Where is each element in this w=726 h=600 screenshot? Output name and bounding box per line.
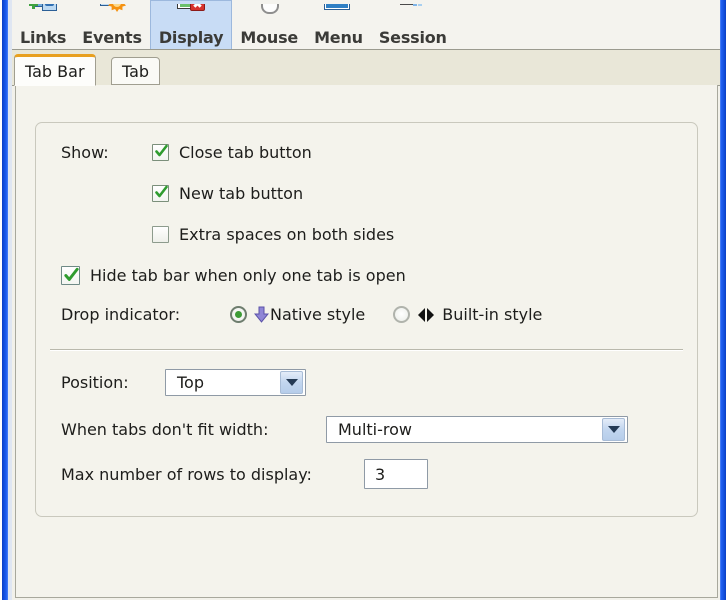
chevron-down-icon[interactable] (280, 371, 303, 394)
show-row: Show: Close tab button (61, 143, 312, 162)
position-label: Position: (61, 373, 129, 392)
session-icon (397, 4, 429, 28)
toolbar-button-menu[interactable]: Menu (306, 0, 371, 49)
display-icon (175, 4, 207, 28)
section-separator (50, 349, 683, 351)
tab-bar-settings-group: Show: Close tab button New tab button Ex… (35, 122, 698, 517)
extra-spaces-label[interactable]: Extra spaces on both sides (179, 225, 394, 244)
hide-tab-bar-row: Hide tab bar when only one tab is open (61, 266, 406, 285)
max-rows-input[interactable]: 3 (364, 459, 428, 489)
max-rows-row: Max number of rows to display: 3 (61, 459, 428, 489)
toolbar-button-session[interactable]: Session (371, 0, 455, 49)
overflow-label: When tabs don't fit width: (61, 420, 269, 439)
window-border-right (720, 0, 726, 600)
hide-tab-bar-checkbox[interactable] (61, 266, 80, 285)
mouse-icon (253, 4, 285, 28)
max-rows-label: Max number of rows to display: (61, 464, 312, 484)
tab-tab-bar[interactable]: Tab Bar (14, 54, 96, 86)
menu-icon (322, 4, 354, 28)
radio-dot (235, 311, 242, 318)
settings-pane: Show: Close tab button New tab button Ex… (15, 85, 718, 598)
close-tab-button-label[interactable]: Close tab button (179, 143, 312, 162)
toolbar-button-events[interactable]: Events (74, 0, 150, 49)
window-inner-edge-left (8, 0, 12, 600)
toolbar-button-session-label: Session (378, 28, 447, 47)
tab-tab-bar-label: Tab Bar (25, 61, 85, 81)
toolbar-button-mouse[interactable]: Mouse (232, 0, 306, 49)
hide-tab-bar-label[interactable]: Hide tab bar when only one tab is open (90, 266, 406, 285)
toolbar-button-mouse-label: Mouse (240, 28, 299, 47)
position-value: Top (177, 373, 204, 392)
tab-tab[interactable]: Tab (111, 57, 161, 85)
show-label: Show: (61, 143, 109, 162)
app-window: Links Events Display Mouse Menu Session … (0, 0, 726, 600)
arrow-down-icon (253, 306, 270, 323)
overflow-row: When tabs don't fit width: Multi-row (61, 416, 628, 443)
links-icon (27, 4, 59, 28)
extra-spaces-checkbox[interactable] (152, 226, 169, 243)
new-tab-button-checkbox[interactable] (152, 185, 169, 202)
tab-strip: Tab Bar Tab (12, 50, 720, 86)
drop-indicator-builtin-radio[interactable] (393, 306, 411, 323)
overflow-select[interactable]: Multi-row (326, 416, 628, 443)
checkmark-icon (155, 144, 168, 157)
events-icon (96, 4, 128, 28)
drop-indicator-native-radio[interactable] (230, 306, 247, 323)
toolbar-button-links-label: Links (20, 28, 67, 47)
drop-indicator-builtin-label[interactable]: Built-in style (442, 305, 542, 324)
toolbar-button-menu-label: Menu (314, 28, 363, 47)
checkmark-icon (64, 267, 79, 281)
tab-tab-label: Tab (122, 61, 150, 81)
new-tab-button-row: New tab button (152, 184, 303, 203)
overflow-value: Multi-row (338, 420, 412, 439)
drop-indicator-label: Drop indicator: (61, 305, 181, 324)
position-row: Position: Top (61, 369, 306, 396)
checkmark-icon (155, 185, 168, 198)
close-tab-button-checkbox[interactable] (152, 144, 169, 161)
chevron-down-icon[interactable] (602, 418, 625, 441)
position-select[interactable]: Top (165, 369, 306, 396)
toolbar-button-display[interactable]: Display (149, 0, 233, 49)
toolbar-button-display-label: Display (158, 28, 224, 47)
drop-indicator-row: Drop indicator: Native style Built-in st… (61, 305, 542, 324)
toolbar-button-links[interactable]: Links (12, 0, 74, 49)
extra-spaces-row: Extra spaces on both sides (152, 225, 394, 244)
new-tab-button-label[interactable]: New tab button (179, 184, 303, 203)
arrows-left-right-icon (418, 307, 440, 322)
toolbar: Links Events Display Mouse Menu Session (12, 0, 720, 50)
toolbar-button-events-label: Events (82, 28, 142, 47)
max-rows-value: 3 (375, 464, 386, 484)
drop-indicator-native-label[interactable]: Native style (270, 305, 365, 324)
